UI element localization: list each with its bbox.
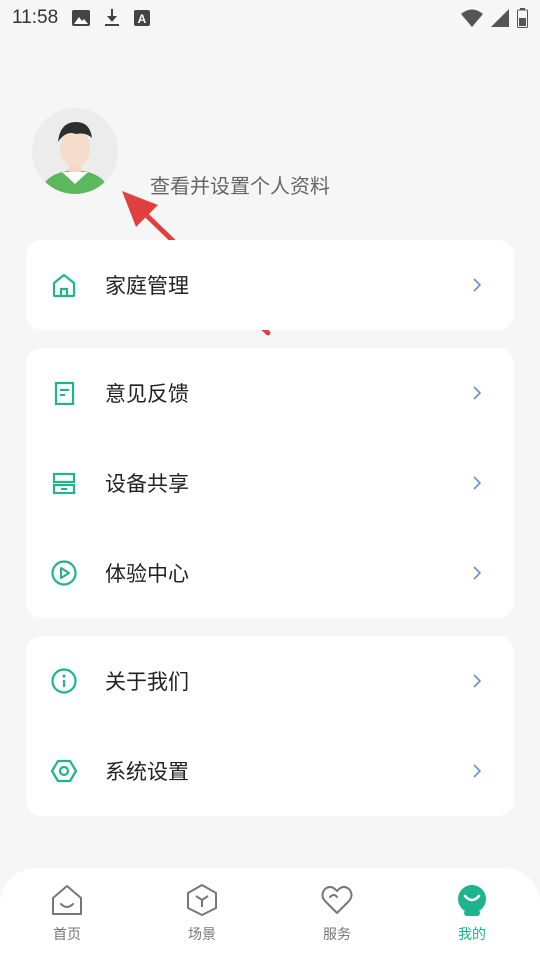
menu-item-label: 系统设置 [105, 760, 189, 784]
nav-tab-scene[interactable]: 场景 [167, 882, 237, 952]
menu-item-system-settings[interactable]: 系统设置 [26, 726, 514, 816]
menu-item-device-share[interactable]: 设备共享 [26, 438, 514, 528]
heart-icon [319, 882, 355, 918]
bottom-nav: 首页 场景 服务 我的 [0, 868, 540, 960]
info-icon [50, 667, 78, 695]
nav-label: 我的 [458, 927, 486, 943]
status-notification-icons: A [72, 9, 151, 27]
menu-item-experience-center[interactable]: 体验中心 [26, 528, 514, 618]
avatar-illustration [32, 108, 118, 194]
chevron-right-icon [473, 476, 482, 490]
chevron-right-icon [473, 674, 482, 688]
image-icon [72, 10, 91, 26]
play-circle-icon [50, 559, 78, 587]
chevron-right-icon [473, 386, 482, 400]
menu-item-label: 意见反馈 [105, 382, 189, 406]
device-share-icon [50, 469, 78, 497]
status-time: 11:58 [12, 7, 59, 28]
home-nav-icon [49, 882, 85, 918]
feedback-icon [50, 379, 78, 407]
menu-item-family-management[interactable]: 家庭管理 [26, 240, 514, 330]
status-system-icons [461, 8, 528, 28]
scene-cube-icon [184, 882, 220, 918]
menu-card-about: 关于我们 系统设置 [26, 636, 514, 816]
signal-icon [491, 9, 509, 27]
svg-text:A: A [138, 12, 147, 26]
font-a-icon: A [134, 10, 151, 26]
nav-tab-service[interactable]: 服务 [302, 882, 372, 952]
wifi-icon [461, 9, 483, 27]
download-icon [105, 9, 120, 26]
battery-icon [517, 8, 528, 28]
chevron-right-icon [473, 278, 482, 292]
nav-label: 首页 [53, 927, 81, 943]
menu-item-label: 关于我们 [105, 670, 189, 694]
menu-item-feedback[interactable]: 意见反馈 [26, 348, 514, 438]
settings-icon [50, 757, 78, 785]
nav-tab-mine[interactable]: 我的 [437, 882, 507, 952]
menu-item-about-us[interactable]: 关于我们 [26, 636, 514, 726]
home-icon [50, 271, 78, 299]
menu-card-family: 家庭管理 [26, 240, 514, 330]
nav-label: 场景 [188, 927, 216, 943]
chevron-right-icon [473, 764, 482, 778]
avatar[interactable] [32, 108, 118, 194]
menu-item-label: 设备共享 [105, 472, 189, 496]
menu-item-label: 家庭管理 [105, 274, 189, 298]
mine-face-icon [454, 882, 490, 918]
status-bar: 11:58 A [0, 0, 540, 36]
nav-tab-home[interactable]: 首页 [32, 882, 102, 952]
menu-card-services: 意见反馈 设备共享 体验中心 [26, 348, 514, 618]
chevron-right-icon [473, 566, 482, 580]
nav-label: 服务 [323, 927, 351, 943]
menu-item-label: 体验中心 [105, 562, 189, 586]
